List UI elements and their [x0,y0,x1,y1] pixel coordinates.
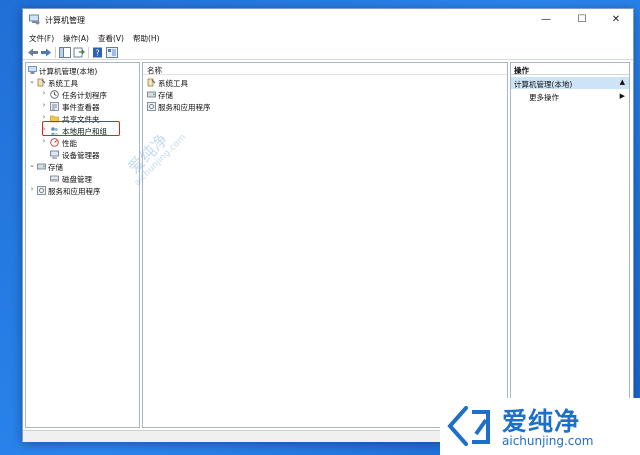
more-actions-label: 更多操作 [529,93,559,102]
menu-file[interactable]: 文件(F) [29,33,54,44]
chevron-right-icon[interactable]: › [40,113,48,121]
computer-management-icon [28,66,37,74]
disk-icon [50,175,59,182]
show-hide-tree-icon[interactable] [59,47,71,58]
back-arrow-icon[interactable] [27,47,39,58]
list-item[interactable]: 系统工具 [145,77,505,88]
services-icon [37,186,46,195]
menu-help[interactable]: 帮助(H) [133,33,160,44]
collapse-arrow-icon[interactable]: ▲ [620,78,625,86]
console-tree-icon[interactable] [106,47,118,58]
help-icon[interactable]: ? [92,47,104,58]
title-bar[interactable]: 计算机管理 — ☐ ✕ [23,9,633,31]
brand-mark-icon [447,406,490,446]
tree-label: 性能 [62,139,77,148]
tree-label: 事件查看器 [62,103,100,112]
actions-section-label: 计算机管理(本地) [514,80,573,89]
list-item[interactable]: 存储 [145,89,505,100]
toolbar-separator [88,47,89,58]
brand-logo: 爱纯净 aichunjing.com [440,398,640,455]
svg-text:?: ? [95,49,99,58]
menu-view[interactable]: 查看(V) [98,33,124,44]
storage-icon [37,163,46,170]
column-header-name[interactable]: 名称 [143,63,507,75]
chevron-right-icon[interactable]: › [28,185,36,193]
more-actions-item[interactable]: 更多操作 ▶ [511,91,629,102]
clock-icon [50,90,59,99]
maximize-button[interactable]: ☐ [567,9,597,31]
forward-arrow-icon[interactable] [40,47,52,58]
chevron-right-icon[interactable]: › [40,137,48,145]
minimize-button[interactable]: — [531,9,561,31]
tree-item-root[interactable]: 计算机管理(本地) [26,65,139,76]
actions-pane: 操作 计算机管理(本地) ▲ 更多操作 ▶ [510,62,630,428]
tree-label: 任务计划程序 [62,91,107,100]
export-list-icon[interactable] [73,47,85,58]
menu-action[interactable]: 操作(A) [63,33,89,44]
tools-icon [37,78,46,87]
actions-header: 操作 [511,63,629,75]
chevron-right-icon[interactable]: › [40,101,48,109]
toolbar-separator [55,47,56,58]
chevron-down-icon[interactable]: ⌄ [28,77,36,85]
tree-item-task-scheduler[interactable]: › 任务计划程序 [26,89,139,100]
device-manager-icon [50,150,59,159]
tree-label: 存储 [48,163,63,172]
toolbar: ? [23,45,633,60]
window-title: 计算机管理 [45,16,85,25]
tree-label: 系统工具 [48,79,78,88]
chevron-down-icon[interactable]: ⌄ [28,161,36,169]
tree-label: 计算机管理(本地) [39,67,98,76]
tree-label: 服务和应用程序 [48,187,101,196]
event-viewer-icon [50,102,59,111]
actions-header-label: 操作 [514,66,529,75]
chevron-right-icon[interactable]: › [40,89,48,97]
close-button[interactable]: ✕ [601,9,631,31]
brand-name: 爱纯净 [502,407,581,436]
computer-management-icon [29,14,40,25]
computer-management-window: 计算机管理 — ☐ ✕ 文件(F) 操作(A) 查看(V) 帮助(H) ? 计算… [22,8,634,442]
performance-icon [50,138,59,147]
actions-section-computer-management[interactable]: 计算机管理(本地) ▲ [511,77,629,89]
submenu-arrow-icon: ▶ [619,92,625,100]
menu-bar: 文件(F) 操作(A) 查看(V) 帮助(H) [23,32,633,44]
brand-url: aichunjing.com [502,434,594,448]
tree-item-system-tools[interactable]: ⌄ 系统工具 [26,77,139,88]
